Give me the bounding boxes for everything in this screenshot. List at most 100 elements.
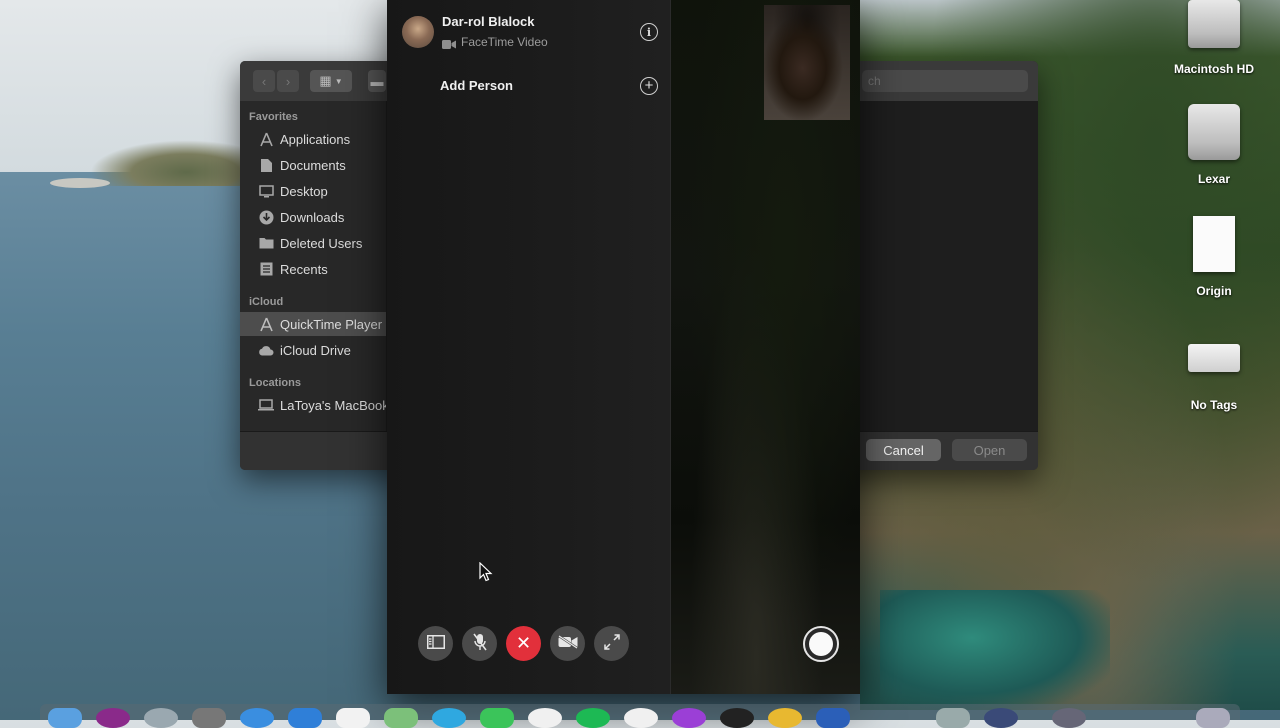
desktop-icon-label: Macintosh HD xyxy=(1173,62,1254,76)
dock-app-podcasts[interactable] xyxy=(672,708,706,728)
dock-app-siri[interactable] xyxy=(96,708,130,728)
wallpaper-island xyxy=(90,140,250,186)
applications-icon xyxy=(258,131,274,147)
fullscreen-icon xyxy=(603,633,620,654)
external-drive-icon xyxy=(1188,104,1240,160)
fullscreen-button[interactable] xyxy=(594,626,629,661)
documents-icon xyxy=(258,157,274,173)
dock-app-maps[interactable] xyxy=(384,708,418,728)
sidebar-item-label: Applications xyxy=(280,131,351,147)
cloud-icon xyxy=(258,342,274,358)
mute-button[interactable] xyxy=(462,626,497,661)
sidebar-header-icloud: iCloud xyxy=(249,296,284,308)
dialog-sidebar: Favorites Applications Documents Desktop… xyxy=(240,101,389,431)
dock-app-calendar[interactable] xyxy=(336,708,370,728)
info-icon: i xyxy=(646,25,652,39)
back-button[interactable]: ‹ xyxy=(253,70,275,92)
sidebar-item-macbook[interactable]: LaToya's MacBook xyxy=(240,393,389,417)
forward-button[interactable]: › xyxy=(277,70,299,92)
desktop-icon xyxy=(258,183,274,199)
mute-microphone-icon xyxy=(472,633,487,655)
image-file-icon xyxy=(1188,344,1240,372)
dock-app-search[interactable] xyxy=(1052,708,1086,728)
sidebar-item-label: Deleted Users xyxy=(280,235,363,251)
cancel-button[interactable]: Cancel xyxy=(866,439,941,461)
laptop-icon xyxy=(258,397,274,413)
facetime-window: Dar-rol Blalock FaceTime Video i Add Per… xyxy=(387,0,860,694)
wallpaper-rock xyxy=(50,178,110,188)
sidebar-item-label: iCloud Drive xyxy=(280,342,351,358)
live-photo-button[interactable] xyxy=(803,626,839,662)
sidebar-item-recents[interactable]: Recents xyxy=(240,257,386,281)
folder-icon xyxy=(258,235,274,251)
dock-app-preview[interactable] xyxy=(936,708,970,728)
sidebar-item-label: LaToya's MacBook xyxy=(280,397,389,413)
dock-app-mail[interactable] xyxy=(288,708,322,728)
desktop-icon-label: No Tags xyxy=(1190,398,1238,412)
sidebar-item-deleted-users[interactable]: Deleted Users xyxy=(240,231,386,255)
sidebar-header-locations: Locations xyxy=(249,377,301,389)
add-person-button[interactable]: + xyxy=(640,77,658,95)
dock-app-word[interactable] xyxy=(816,708,850,728)
end-call-icon: ✕ xyxy=(515,633,532,653)
dock-app-photos[interactable] xyxy=(528,708,562,728)
sidebar-item-label: QuickTime Player xyxy=(280,316,383,332)
recents-icon xyxy=(258,261,274,277)
grid-view-icon: ▦ xyxy=(319,73,332,88)
mouse-cursor-icon xyxy=(479,561,493,582)
dock-app-spotify[interactable] xyxy=(576,708,610,728)
self-view-video[interactable] xyxy=(764,5,850,120)
sidebar-toggle-button[interactable] xyxy=(418,626,453,661)
dock-app-trash[interactable] xyxy=(1196,708,1230,728)
downloads-icon xyxy=(258,209,274,225)
call-type-label: FaceTime Video xyxy=(461,35,548,49)
add-person-label[interactable]: Add Person xyxy=(440,78,513,93)
document-icon xyxy=(1193,216,1235,272)
sidebar-item-quicktime-player[interactable]: QuickTime Player xyxy=(240,312,386,336)
desktop-icon-label: Lexar xyxy=(1197,172,1231,186)
sidebar-toggle-icon xyxy=(426,634,445,653)
path-popup-button[interactable]: ▬ xyxy=(368,70,386,92)
sidebar-item-icloud-drive[interactable]: iCloud Drive xyxy=(240,338,386,362)
sidebar-item-label: Desktop xyxy=(280,183,328,199)
call-type: FaceTime Video xyxy=(442,35,548,49)
wallpaper-lagoon xyxy=(880,590,1110,710)
applications-icon xyxy=(258,316,274,332)
call-sidebar: Dar-rol Blalock FaceTime Video i Add Per… xyxy=(387,0,671,694)
dock-app-safari[interactable] xyxy=(240,708,274,728)
dock-app-tv[interactable] xyxy=(720,708,754,728)
desktop-icon-lexar[interactable]: Lexar xyxy=(1164,104,1264,186)
dock-app-system-preferences[interactable] xyxy=(192,708,226,728)
sidebar-item-downloads[interactable]: Downloads xyxy=(240,205,386,229)
dock-app-finder[interactable] xyxy=(48,708,82,728)
open-button[interactable]: Open xyxy=(952,439,1027,461)
sidebar-item-documents[interactable]: Documents xyxy=(240,153,386,177)
dock-app-facetime-dock[interactable] xyxy=(432,708,466,728)
sidebar-item-label: Documents xyxy=(280,157,346,173)
dock-app-chrome[interactable] xyxy=(768,708,802,728)
sidebar-item-applications[interactable]: Applications xyxy=(240,127,386,151)
dock-app-quicktime[interactable] xyxy=(984,708,1018,728)
hard-drive-icon xyxy=(1188,0,1240,48)
camera-off-icon xyxy=(557,634,578,653)
dock-app-messages[interactable] xyxy=(480,708,514,728)
search-input[interactable]: ch xyxy=(862,70,1028,92)
dock-app-music[interactable] xyxy=(624,708,658,728)
info-button[interactable]: i xyxy=(640,23,658,41)
dock-app-launchpad[interactable] xyxy=(144,708,178,728)
contact-name: Dar-rol Blalock xyxy=(442,14,535,29)
end-call-button[interactable]: ✕ xyxy=(506,626,541,661)
desktop-icon-label: Origin xyxy=(1196,284,1232,298)
plus-icon: + xyxy=(644,77,654,94)
sidebar-item-label: Recents xyxy=(280,261,328,277)
desktop-icon-origin[interactable]: Origin xyxy=(1164,216,1264,298)
sidebar-item-desktop[interactable]: Desktop xyxy=(240,179,386,203)
view-mode-button[interactable]: ▦ ▼ xyxy=(310,70,352,92)
desktop-icon-macintosh-hd[interactable]: Macintosh HD xyxy=(1164,0,1264,76)
sidebar-item-label: Downloads xyxy=(280,209,345,225)
desktop-icon-no-tags[interactable]: No Tags xyxy=(1164,344,1264,412)
chevron-down-icon: ▼ xyxy=(334,76,343,86)
sidebar-header-favorites: Favorites xyxy=(249,111,298,123)
avatar xyxy=(402,16,434,48)
camera-toggle-button[interactable] xyxy=(550,626,585,661)
